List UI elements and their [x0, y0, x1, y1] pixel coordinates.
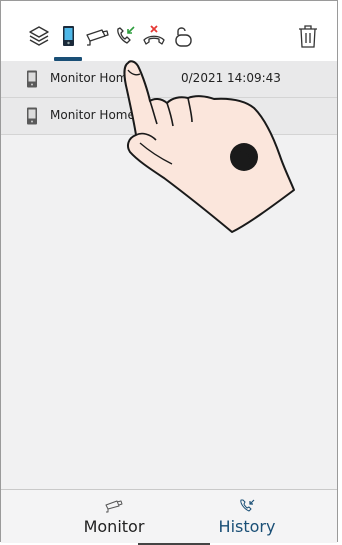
- indoor-monitor-icon: [26, 107, 38, 125]
- unlock-icon[interactable]: [170, 23, 196, 49]
- list-item-name: Monitor Home: [50, 108, 135, 122]
- answered-call-icon[interactable]: [112, 23, 138, 49]
- bottom-nav: Monitor History: [1, 489, 337, 543]
- list-item-timestamp: 0/2021 14:09:43: [181, 71, 281, 85]
- camera-icon: [105, 498, 123, 513]
- nav-monitor-tab[interactable]: Monitor: [54, 490, 174, 543]
- step-marker: ❸: [231, 140, 257, 173]
- indoor-monitor-icon: [26, 70, 38, 88]
- nav-history-label: History: [218, 517, 276, 536]
- app-screen: Monitor Home 0/2021 14:09:43 Monitor Hom…: [0, 0, 338, 543]
- layers-icon[interactable]: [26, 23, 52, 49]
- missed-call-icon[interactable]: [141, 23, 167, 49]
- nav-history-tab[interactable]: History: [187, 490, 307, 543]
- history-list: Monitor Home 0/2021 14:09:43 Monitor Hom…: [1, 61, 337, 135]
- list-item-name: Monitor Home: [50, 71, 135, 85]
- top-toolbar: [1, 1, 337, 62]
- camera-icon[interactable]: [84, 23, 110, 49]
- list-item[interactable]: Monitor Home: [1, 98, 337, 135]
- indoor-monitor-icon[interactable]: [55, 23, 81, 49]
- list-item[interactable]: Monitor Home 0/2021 14:09:43: [1, 61, 337, 98]
- answered-call-icon: [238, 498, 256, 512]
- trash-icon[interactable]: [295, 23, 321, 49]
- nav-monitor-label: Monitor: [83, 517, 145, 536]
